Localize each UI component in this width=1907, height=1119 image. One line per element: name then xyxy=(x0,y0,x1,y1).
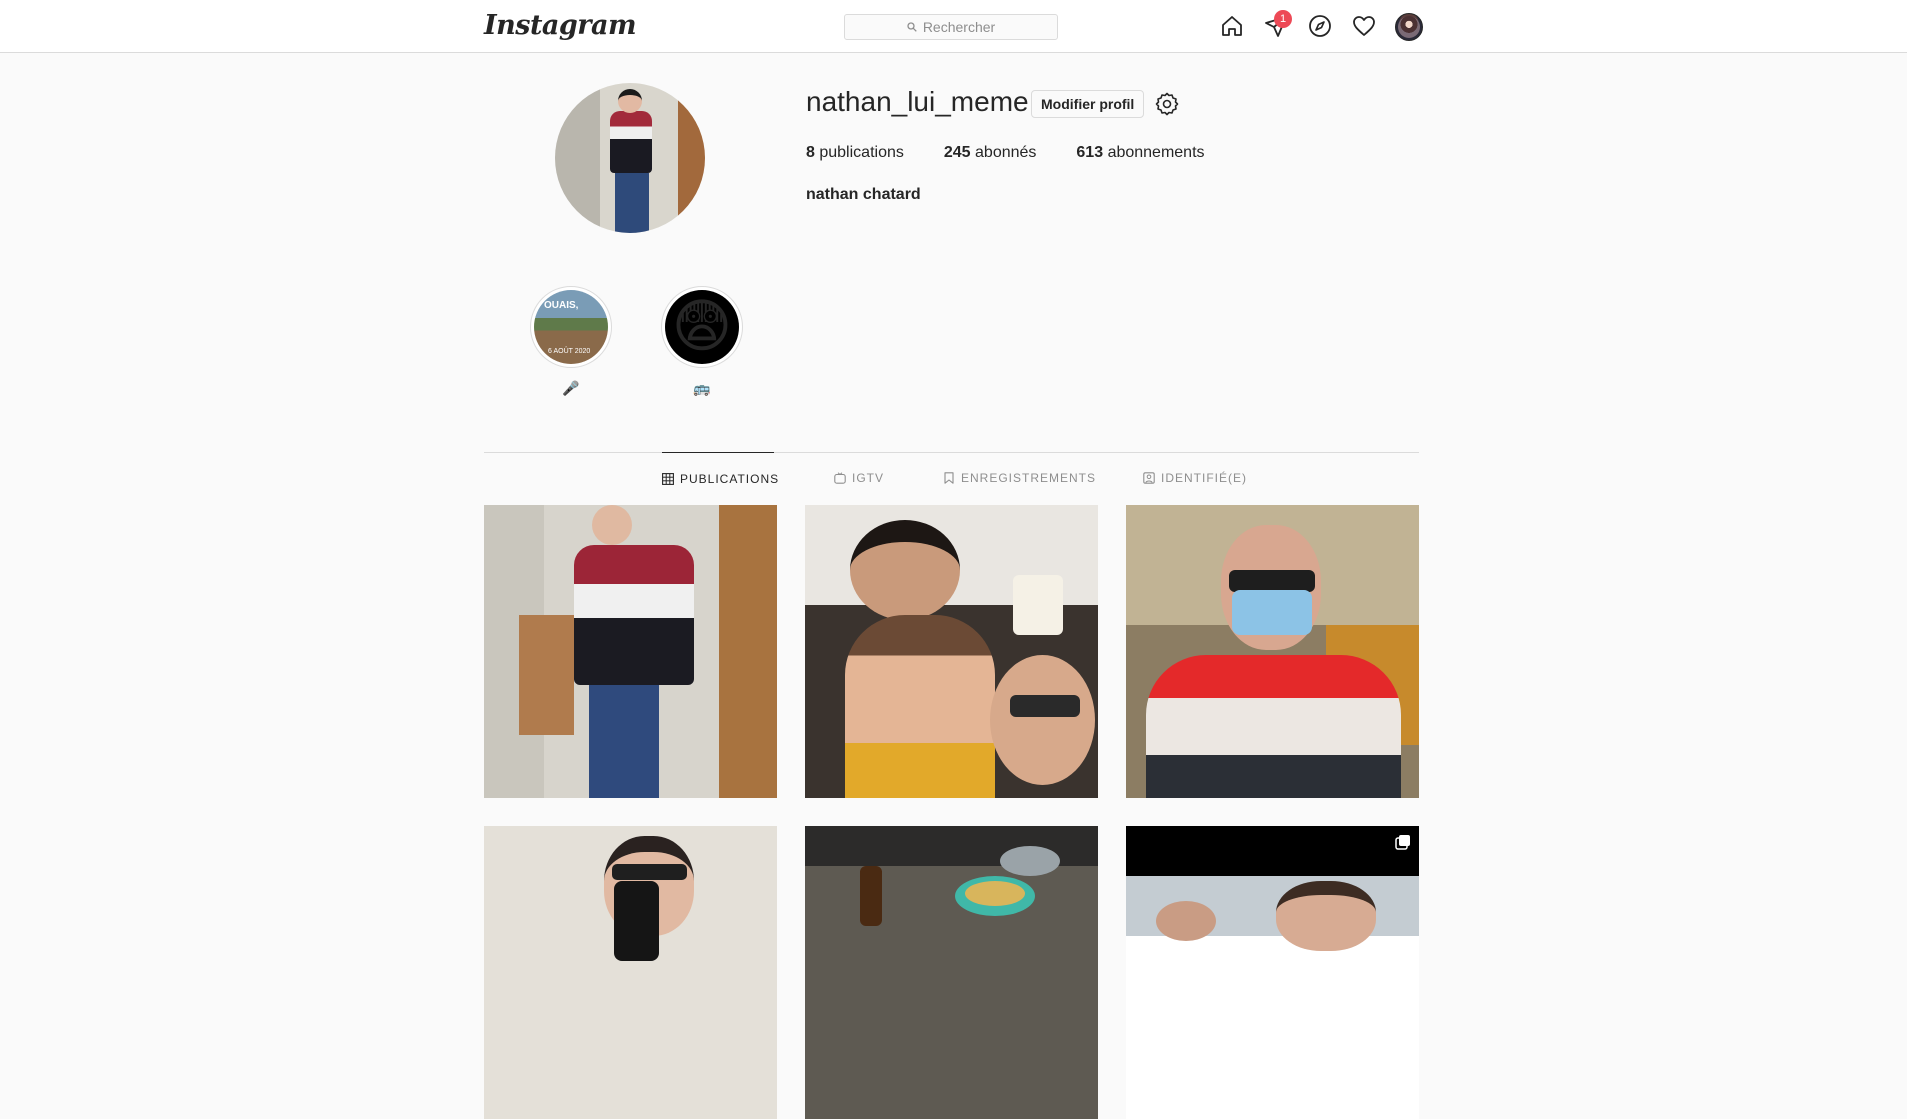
stat-followers[interactable]: 245 abonnés xyxy=(944,144,1037,162)
stat-count: 613 xyxy=(1076,144,1104,161)
instagram-logo[interactable]: Instagram xyxy=(484,10,637,41)
tab-label: PUBLICATIONS xyxy=(680,471,780,486)
multiple-posts-icon xyxy=(1395,834,1411,855)
tab-tagged[interactable]: IDENTIFIÉ(E) xyxy=(1143,452,1247,504)
edit-profile-button[interactable]: Modifier profil xyxy=(1031,90,1145,118)
profile-full-name: nathan chatard xyxy=(806,186,921,203)
avatar[interactable] xyxy=(1395,13,1423,41)
highlight-label: 🚌 xyxy=(693,380,711,396)
igtv-icon xyxy=(834,472,846,484)
tab-saved[interactable]: ENREGISTREMENTS xyxy=(943,452,1096,504)
explore-icon[interactable] xyxy=(1307,13,1333,39)
post-thumbnail[interactable] xyxy=(1126,505,1419,798)
tab-label: IDENTIFIÉ(E) xyxy=(1161,471,1247,485)
tab-label: IGTV xyxy=(852,471,885,485)
tab-publications[interactable]: PUBLICATIONS xyxy=(662,452,778,504)
tagged-icon xyxy=(1143,472,1155,484)
stat-count: 8 xyxy=(806,144,815,161)
highlight-cover-emoji: 😨 xyxy=(671,294,733,359)
stat-count: 245 xyxy=(943,144,971,161)
tab-igtv[interactable]: IGTV xyxy=(834,452,884,504)
post-thumbnail[interactable] xyxy=(805,505,1098,798)
direct-badge: 1 xyxy=(1274,10,1292,28)
stat-publications: 8 publications xyxy=(806,144,904,162)
highlight-cover: 😨 xyxy=(665,290,739,364)
profile-username: nathan_lui_meme xyxy=(806,86,1029,117)
post-thumbnail[interactable] xyxy=(484,826,777,1119)
stat-label: abonnés xyxy=(975,144,1037,161)
profile-stats: 8 publications 245 abonnés 613 abonnemen… xyxy=(806,144,1245,162)
stat-label: publications xyxy=(819,144,904,161)
highlight-cover-date: 6 AOÛT 2020 xyxy=(548,348,591,355)
profile-picture[interactable] xyxy=(555,83,705,233)
grid-icon xyxy=(662,472,674,485)
home-icon[interactable] xyxy=(1219,13,1245,39)
search-input[interactable]: Rechercher xyxy=(844,14,1058,40)
highlight-2[interactable]: 😨 xyxy=(661,286,743,368)
tab-label: ENREGISTREMENTS xyxy=(961,471,1097,485)
stat-following[interactable]: 613 abonnements xyxy=(1076,144,1204,162)
post-thumbnail[interactable] xyxy=(1126,826,1419,1119)
top-nav: Instagram Rechercher 1 xyxy=(0,0,1907,53)
post-thumbnail[interactable] xyxy=(484,505,777,798)
highlight-label: 🎤 xyxy=(562,380,580,396)
bookmark-icon xyxy=(943,472,955,484)
search-placeholder: Rechercher xyxy=(922,19,996,35)
highlight-1[interactable]: OUAIS, 6 AOÛT 2020 xyxy=(530,286,612,368)
highlight-cover-text: OUAIS, xyxy=(544,300,579,311)
highlight-cover: OUAIS, 6 AOÛT 2020 xyxy=(534,290,608,364)
settings-gear-icon[interactable] xyxy=(1154,91,1180,117)
activity-heart-icon[interactable] xyxy=(1351,13,1377,39)
stat-label: abonnements xyxy=(1107,144,1205,161)
post-thumbnail[interactable] xyxy=(805,826,1098,1119)
search-icon xyxy=(907,22,917,32)
